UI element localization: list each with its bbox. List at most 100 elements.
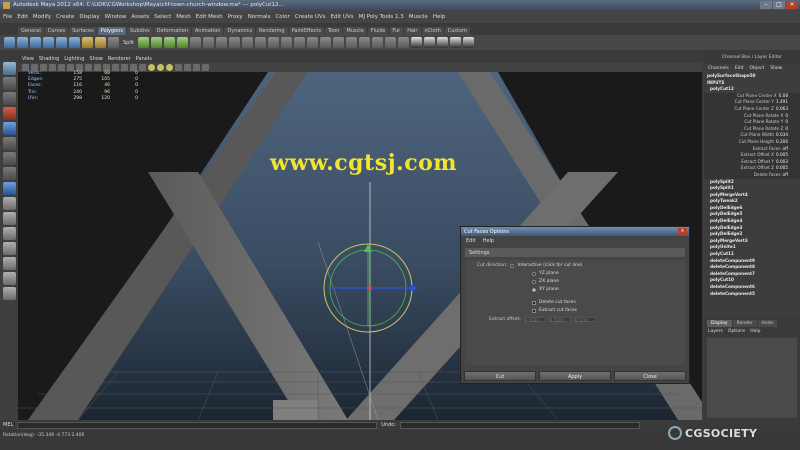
channel-attribute[interactable]: Extract Offset X 0.005 (704, 152, 800, 159)
menu-color[interactable]: Color (275, 14, 289, 20)
close-window-button[interactable]: × (786, 1, 798, 9)
layout-four-icon[interactable] (2, 212, 16, 225)
layer-tab-anim[interactable]: Anim (757, 320, 778, 327)
channel-attribute-value[interactable]: 0.005 (776, 152, 788, 157)
channel-attribute-value[interactable]: off (783, 172, 788, 177)
layer-list[interactable] (707, 338, 797, 418)
shelf-tab-subdivs[interactable]: Subdivs (127, 27, 153, 35)
shelf-tab-dynamics[interactable]: Dynamics (224, 27, 256, 35)
channel-attribute[interactable]: Extract Faces off (704, 145, 800, 153)
layout-single-icon[interactable] (2, 197, 16, 210)
cylindrical-map-icon[interactable] (294, 37, 306, 48)
channel-attribute[interactable]: Delete Faces off (704, 171, 800, 179)
layer-menu-help[interactable]: Help (750, 329, 760, 334)
extrude-icon[interactable] (138, 37, 150, 48)
cut-faces-tool-icon[interactable] (2, 182, 16, 195)
menu-edit[interactable]: Edit (17, 14, 28, 20)
menu-edit-mesh[interactable]: Edit Mesh (196, 14, 223, 20)
channel-attribute-value[interactable]: 0.08 (779, 93, 788, 98)
mirror-geometry-icon[interactable] (268, 37, 280, 48)
triangulate-icon[interactable] (242, 37, 254, 48)
reduce-icon[interactable] (229, 37, 241, 48)
layout-graph-icon[interactable] (2, 257, 16, 270)
history-node[interactable]: polyDelEdge4 (704, 218, 800, 225)
close-button[interactable]: Close (614, 371, 686, 381)
channel-attribute-value[interactable]: 0.003 (776, 159, 788, 164)
history-node[interactable]: polyCut10 (704, 277, 800, 284)
normals-icon[interactable] (346, 37, 358, 48)
channel-menu-edit[interactable]: Edit (735, 66, 744, 71)
channel-attribute[interactable]: Cut Plane Rotate Y0 (704, 119, 800, 126)
poly-plane-icon[interactable] (56, 37, 67, 48)
channel-menu-object[interactable]: Object (750, 66, 765, 71)
shelf-tab-rendering[interactable]: Rendering (256, 27, 288, 35)
menu-create[interactable]: Create (56, 14, 74, 20)
paint-select-icon[interactable] (2, 92, 16, 105)
shelf-tab-deformation[interactable]: Deformation (153, 27, 191, 35)
history-node[interactable]: polyTweak2 (704, 198, 800, 205)
channel-attribute[interactable]: Extract Offset Z 0.005 (704, 165, 800, 172)
history-node[interactable]: deleteComponent5 (704, 291, 800, 298)
channel-attribute[interactable]: Cut Plane Width 0.034 (704, 132, 800, 139)
poly-cube-icon[interactable] (17, 37, 28, 48)
layout-hypershade-icon[interactable] (2, 272, 16, 285)
poly-cone-icon[interactable] (43, 37, 54, 48)
smooth-icon[interactable] (216, 37, 228, 48)
xray-joints-icon[interactable] (184, 64, 191, 71)
layout-side-icon[interactable] (2, 227, 16, 240)
radio-xy-plane[interactable] (532, 287, 536, 292)
viewport-menu-shading[interactable]: Shading (39, 56, 59, 62)
apply-button[interactable]: Apply (539, 371, 611, 381)
uv-editor-icon[interactable] (333, 37, 345, 48)
shelf-tab-general[interactable]: General (18, 27, 44, 35)
viewport-menu-panels[interactable]: Panels (136, 56, 152, 62)
xray-icon[interactable] (175, 64, 182, 71)
channel-attribute[interactable]: Cut Plane Center X 0.08 (704, 92, 800, 100)
history-node[interactable]: deleteComponent6 (704, 284, 800, 291)
menu-normals[interactable]: Normals (248, 14, 271, 20)
viewport-menu-renderer[interactable]: Renderer (108, 56, 131, 62)
quadrangulate-icon[interactable] (255, 37, 267, 48)
channel-attribute[interactable]: Extract Offset Y 0.003 (704, 158, 800, 166)
harden-edge-icon[interactable] (372, 37, 384, 48)
history-node[interactable]: polySplit2 (704, 179, 800, 186)
menu-select[interactable]: Select (154, 14, 171, 20)
poly-cylinder-icon[interactable] (30, 37, 41, 48)
combine-icon[interactable] (82, 37, 93, 48)
shelf-tab-ncloth[interactable]: nCloth (421, 27, 444, 35)
menu-mesh[interactable]: Mesh (176, 14, 190, 20)
layout-custom-icon[interactable] (2, 287, 16, 300)
channel-attribute[interactable]: Cut Plane Center Y 1.491 (704, 99, 800, 106)
history-node[interactable]: polyDelEdge6 (704, 205, 800, 212)
menu-help[interactable]: Help (433, 14, 446, 20)
history-node[interactable]: polyUnite1 (704, 244, 800, 251)
layer-tab-display[interactable]: Display (707, 320, 732, 327)
menu-proxy[interactable]: Proxy (228, 14, 243, 20)
viewport-menu-show[interactable]: Show (89, 56, 103, 62)
dialog-close-icon[interactable]: × (678, 228, 687, 235)
channel-attribute-value[interactable]: 0.206 (776, 139, 788, 144)
channel-attribute[interactable]: Cut Plane Rotate X0 (704, 112, 800, 120)
settings-section-header[interactable]: Settings (465, 248, 685, 257)
bridge-icon[interactable] (151, 37, 163, 48)
menu-display[interactable]: Display (79, 14, 99, 20)
extract-cut-faces-checkbox[interactable] (532, 308, 536, 313)
shelf-tab-hair[interactable]: Hair (404, 27, 421, 35)
shelf-tab-muscle[interactable]: Muscle (343, 27, 367, 35)
separate-icon[interactable] (95, 37, 106, 48)
cut-button[interactable]: Cut (464, 371, 536, 381)
checker-icon-4[interactable] (450, 37, 462, 48)
shelf-tab-fluids[interactable]: Fluids (367, 27, 389, 35)
checker-icon-5[interactable] (463, 37, 475, 48)
manipulator-icon[interactable] (2, 152, 16, 165)
extract-offset-y-field[interactable]: 0.5000 (548, 317, 571, 323)
shape-node[interactable]: polySurfaceShape50 (704, 73, 800, 80)
channel-attribute-value[interactable]: 0.063 (776, 106, 788, 111)
history-node[interactable]: polySplit1 (704, 185, 800, 192)
history-node[interactable]: deleteComponent7 (704, 271, 800, 278)
shelf-tab-custom[interactable]: Custom (444, 27, 470, 35)
extract-offset-x-field[interactable]: 0.5000 (523, 317, 546, 323)
soften-edge-icon[interactable] (359, 37, 371, 48)
viewport-menu-view[interactable]: View (22, 56, 34, 62)
shelf-tab-fur[interactable]: Fur (389, 27, 404, 35)
